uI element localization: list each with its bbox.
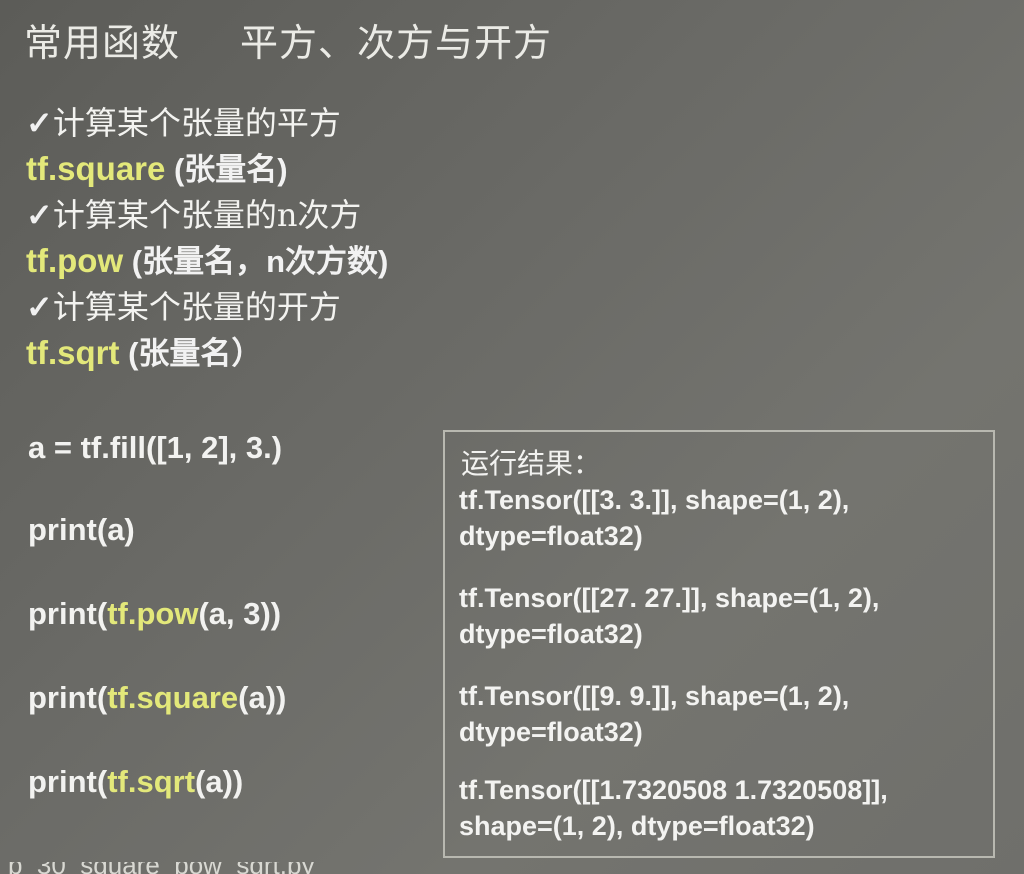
code-text: print(: [28, 596, 108, 631]
code-line-fill: a = tf.fill([1, 2], 3.): [28, 430, 283, 465]
code-function: tf.pow: [107, 596, 199, 631]
function-signature-square: tf.square (张量名): [26, 146, 726, 192]
code-text: (a, 3)): [198, 596, 282, 631]
code-text: (a)): [238, 680, 287, 715]
function-signature-pow: tf.pow (张量名，n次方数): [26, 238, 726, 284]
bullet-item-square: ✓计算某个张量的平方: [26, 100, 726, 146]
result-line: tf.Tensor([[27. 27.]], shape=(1, 2),: [459, 583, 880, 613]
bullet-list: ✓计算某个张量的平方 tf.square (张量名) ✓计算某个张量的n次方 t…: [26, 100, 726, 376]
code-line-print-a: print(a): [28, 512, 135, 547]
result-output-pow: tf.Tensor([[27. 27.]], shape=(1, 2), dty…: [459, 580, 879, 652]
title-sub: 平方、次方与开方: [240, 21, 553, 65]
code-text: print(: [28, 680, 108, 715]
result-line: shape=(1, 2), dtype=float32): [459, 811, 815, 841]
code-line-print-square: print(tf.square(a)): [28, 680, 286, 716]
code-function: tf.sqrt: [107, 764, 196, 799]
result-line: dtype=float32): [459, 521, 643, 551]
result-output-square: tf.Tensor([[9. 9.]], shape=(1, 2), dtype…: [459, 678, 849, 750]
result-box: 运行结果： tf.Tensor([[3. 3.]], shape=(1, 2),…: [443, 430, 995, 858]
footer-filename: p_30_square_pow_sqrt.py: [0, 862, 400, 874]
slide: 常用函数 平方、次方与开方 ✓计算某个张量的平方 tf.square (张量名) …: [0, 0, 1024, 874]
code-text: print(: [28, 764, 108, 799]
result-line: tf.Tensor([[1.7320508 1.7320508]],: [459, 775, 888, 805]
slide-title: 常用函数 平方、次方与开方: [24, 12, 552, 67]
bullet-item-pow: ✓计算某个张量的n次方: [26, 192, 726, 238]
code-line-print-sqrt: print(tf.sqrt(a)): [28, 764, 243, 800]
footer-text: p_30_square_pow_sqrt.py: [8, 862, 400, 874]
result-line: tf.Tensor([[9. 9.]], shape=(1, 2),: [459, 681, 850, 711]
code-text: (a)): [195, 764, 244, 799]
result-line: dtype=float32): [459, 717, 643, 747]
function-args: (张量名): [165, 152, 288, 187]
bullet-text: 计算某个张量的n次方: [52, 196, 362, 234]
function-name: tf.sqrt: [26, 334, 120, 371]
title-main: 常用函数: [24, 21, 181, 65]
result-line: tf.Tensor([[3. 3.]], shape=(1, 2),: [459, 485, 850, 515]
code-line-print-pow: print(tf.pow(a, 3)): [28, 596, 281, 632]
code-function: tf.square: [107, 680, 239, 715]
check-icon: ✓: [26, 196, 53, 234]
result-line: dtype=float32): [459, 619, 643, 649]
function-name: tf.square: [26, 150, 166, 187]
check-icon: ✓: [26, 104, 53, 142]
result-output-fill: tf.Tensor([[3. 3.]], shape=(1, 2), dtype…: [459, 482, 849, 554]
check-icon: ✓: [26, 288, 53, 326]
bullet-text: 计算某个张量的平方: [52, 104, 341, 142]
function-signature-sqrt: tf.sqrt (张量名）: [26, 330, 726, 376]
function-args: (张量名，n次方数): [123, 244, 389, 279]
bullet-item-sqrt: ✓计算某个张量的开方: [26, 284, 726, 330]
result-output-sqrt: tf.Tensor([[1.7320508 1.7320508]], shape…: [459, 772, 888, 844]
bullet-text: 计算某个张量的开方: [52, 288, 341, 326]
result-title: 运行结果：: [461, 447, 602, 480]
function-name: tf.pow: [26, 242, 124, 279]
function-args: (张量名）: [119, 336, 263, 371]
